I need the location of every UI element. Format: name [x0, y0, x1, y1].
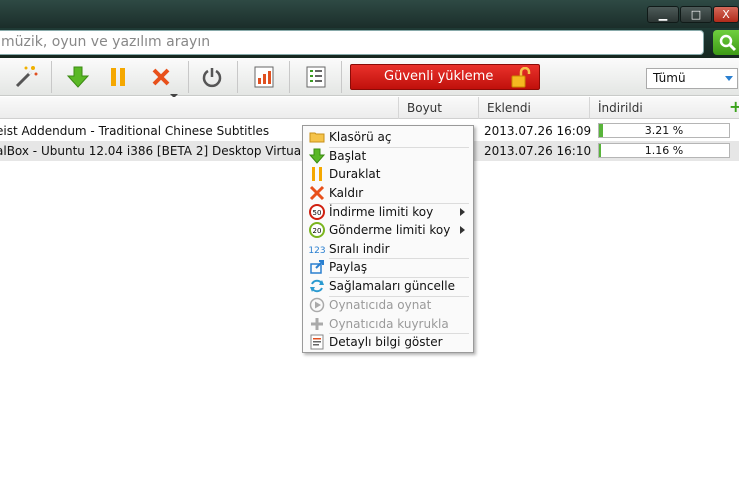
menu-item-start[interactable]: Başlat [305, 147, 471, 165]
submenu-arrow-icon [460, 208, 465, 216]
row-added: 2013.07.26 16:10 [484, 144, 592, 158]
column-downloaded[interactable]: İndirildi [589, 97, 727, 119]
column-added[interactable]: Eklendi [478, 97, 589, 119]
minimize-button[interactable]: ▁ [647, 6, 679, 23]
filter-select-value: Tümü [653, 71, 686, 85]
progress-fill [599, 124, 603, 137]
power-icon [202, 68, 222, 88]
toolbar: Güvenli yükleme Tümü [0, 58, 739, 98]
magic-wand-icon [15, 66, 38, 88]
start-arrow-icon [309, 148, 325, 164]
sequential-icon: 123 [309, 246, 325, 256]
svg-text:123: 123 [309, 246, 325, 256]
remove-button[interactable] [143, 61, 179, 93]
upload-limit-icon: 20 [309, 222, 325, 238]
svg-text:50: 50 [313, 209, 322, 217]
maximize-icon: □ [690, 8, 702, 21]
secure-download-label: Güvenli yükleme [384, 69, 494, 84]
report-button[interactable] [246, 61, 282, 93]
title-bar: ▁ □ X [0, 0, 739, 28]
close-button[interactable]: X [713, 6, 739, 23]
svg-text:20: 20 [313, 227, 322, 235]
menu-item-label: Kaldır [329, 186, 364, 200]
context-menu: Klasörü aç Başlat Duraklat Kaldır 50 İnd… [302, 125, 474, 353]
toolbar-separator [51, 61, 52, 93]
window-controls: ▁ □ X [647, 6, 739, 23]
menu-item-play-in-player[interactable]: Oynatıcıda oynat [305, 296, 471, 314]
menu-item-update-hashes[interactable]: Sağlamaları güncelle [305, 277, 471, 295]
queue-plus-icon [311, 318, 323, 330]
close-icon: X [722, 8, 730, 21]
menu-item-label: İndirme limiti koy [329, 205, 434, 219]
toolbar-separator [237, 61, 238, 93]
share-icon [310, 260, 324, 274]
menu-item-label: Sıralı indir [329, 242, 390, 256]
list-button[interactable] [298, 61, 334, 93]
submenu-arrow-icon [460, 226, 465, 234]
menu-item-pause[interactable]: Duraklat [305, 165, 471, 183]
maximize-button[interactable]: □ [680, 6, 712, 23]
download-arrow-icon [66, 66, 90, 88]
menu-item-label: Gönderme limiti koy [329, 223, 451, 237]
menu-item-open-folder[interactable]: Klasörü aç [305, 128, 471, 146]
menu-item-sequential-download[interactable]: 123 Sıralı indir [305, 240, 471, 258]
download-button[interactable] [60, 61, 96, 93]
remove-icon [309, 185, 325, 201]
pause-icon [111, 68, 125, 86]
download-limit-icon: 50 [309, 204, 325, 220]
refresh-icon [310, 279, 324, 293]
shutdown-button[interactable] [194, 61, 230, 93]
menu-item-label: Detaylı bilgi göster [329, 335, 443, 349]
toolbar-separator [188, 61, 189, 93]
menu-item-label: Klasörü aç [329, 130, 392, 144]
list-icon [306, 66, 326, 88]
menu-item-show-details[interactable]: Detaylı bilgi göster [305, 333, 471, 351]
menu-item-upload-limit[interactable]: 20 Gönderme limiti koy [305, 221, 471, 239]
minimize-icon: ▁ [658, 8, 668, 21]
pause-button[interactable] [100, 61, 136, 93]
menu-item-label: Oynatıcıda kuyrukla [329, 317, 449, 331]
menu-item-label: Sağlamaları güncelle [329, 279, 455, 293]
wizard-button[interactable] [8, 61, 44, 93]
menu-item-label: Başlat [329, 149, 367, 163]
pause-icon [312, 167, 322, 181]
column-header: Boyut Eklendi İndirildi + [0, 97, 739, 119]
menu-item-share[interactable]: Paylaş [305, 258, 471, 276]
progress-text: 3.21 % [644, 124, 684, 137]
menu-item-queue-in-player[interactable]: Oynatıcıda kuyrukla [305, 315, 471, 333]
search-button[interactable] [713, 30, 739, 55]
menu-item-download-limit[interactable]: 50 İndirme limiti koy [305, 203, 471, 221]
toolbar-separator [289, 61, 290, 93]
progress-bar: 1.16 % [598, 143, 730, 158]
search-icon [719, 34, 737, 52]
search-input[interactable]: müzik, oyun ve yazılım arayın [0, 30, 704, 55]
progress-text: 1.16 % [644, 144, 684, 157]
menu-item-label: Oynatıcıda oynat [329, 298, 432, 312]
folder-icon [309, 132, 325, 143]
menu-item-label: Paylaş [329, 260, 368, 274]
chevron-down-icon [725, 76, 733, 81]
secure-download-button[interactable]: Güvenli yükleme [350, 64, 540, 90]
remove-icon [152, 68, 170, 86]
report-icon [254, 66, 274, 88]
toolbar-separator [341, 61, 342, 93]
progress-bar: 3.21 % [598, 123, 730, 138]
row-added: 2013.07.26 16:09 [484, 124, 592, 138]
lock-icon [511, 67, 531, 88]
add-column-icon[interactable]: + [729, 99, 739, 115]
play-icon [309, 297, 325, 313]
column-size[interactable]: Boyut [398, 97, 478, 119]
search-bar: müzik, oyun ve yazılım arayın [0, 28, 739, 58]
filter-select[interactable]: Tümü [646, 68, 738, 89]
row-name: alBox - Ubuntu 12.04 i386 [BETA 2] Deskt… [0, 144, 325, 158]
progress-fill [599, 144, 601, 157]
details-icon [310, 334, 324, 350]
menu-item-label: Duraklat [329, 167, 381, 181]
menu-item-remove[interactable]: Kaldır [305, 184, 471, 202]
row-name: eist Addendum - Traditional Chinese Subt… [0, 124, 270, 138]
